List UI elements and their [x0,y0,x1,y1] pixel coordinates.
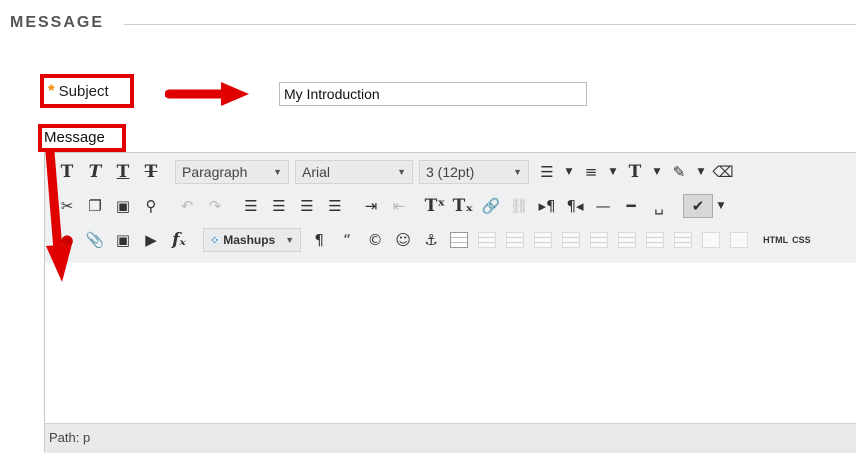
media-icon[interactable]: ▶ [139,228,163,252]
size-select-value: 3 (12pt) [426,164,475,180]
section-divider [124,24,856,25]
chevron-down-icon: ▼ [397,167,406,177]
text-color-icon[interactable]: T [623,160,647,184]
chevron-down-icon[interactable]: ▼ [607,160,619,184]
nonbreaking-space-icon[interactable]: ␣ [647,194,671,218]
underline-icon[interactable]: T [111,160,135,184]
insert-table-icon[interactable] [447,228,471,252]
insert-row-before-icon[interactable] [531,228,555,252]
find-icon[interactable]: ⚲ [139,194,163,218]
copyright-icon[interactable]: © [363,228,387,252]
rtl-icon[interactable]: ¶◂ [563,194,587,218]
delete-row-icon[interactable] [587,228,611,252]
table-cell-props-icon[interactable] [503,228,527,252]
thick-rule-icon[interactable]: ━ [619,194,643,218]
horizontal-rule-icon[interactable]: — [591,194,615,218]
chevron-down-icon[interactable]: ▼ [715,194,727,218]
css-button[interactable]: CSS [792,235,811,245]
chevron-down-icon: ▼ [273,167,282,177]
anchor-icon[interactable]: ⚓ [419,228,443,252]
size-select[interactable]: 3 (12pt) ▼ [419,160,529,184]
redo-icon[interactable]: ↷ [203,194,227,218]
toolbar-row-2: ✂ ❐ ▣ ⚲ ↶ ↷ ☰ ☰ ☰ ☰ ⇥ ⇤ Tˣ Tₓ 🔗 ⛓ ▸¶ ¶◂ … [55,191,731,221]
table-row-props-icon[interactable] [475,228,499,252]
outdent-icon[interactable]: ⇤ [387,194,411,218]
spellcheck-icon[interactable]: ✔ [683,194,713,218]
image-icon[interactable]: ▣ [111,228,135,252]
superscript-icon[interactable]: Tˣ [423,194,447,218]
mashups-select[interactable]: ⁘ Mashups ▼ [203,228,302,252]
eraser-icon[interactable]: ⌫ [711,160,735,184]
chevron-down-icon: ▼ [285,235,295,245]
insert-row-after-icon[interactable] [559,228,583,252]
chevron-down-icon[interactable]: ▼ [651,160,663,184]
split-cells-icon[interactable] [699,228,723,252]
quote-icon[interactable]: “ [335,228,359,252]
annotation-arrow-right [165,82,249,106]
insert-col-after-icon[interactable] [643,228,667,252]
align-left-icon[interactable]: ☰ [239,194,263,218]
mashups-icon: ⁘ [210,234,220,247]
numbered-list-icon[interactable]: ≡ [579,160,603,184]
align-justify-icon[interactable]: ☰ [323,194,347,218]
subscript-icon[interactable]: Tₓ [451,194,475,218]
strikethrough-icon[interactable]: T [139,160,163,184]
insert-col-before-icon[interactable] [615,228,639,252]
chevron-down-icon: ▼ [513,167,522,177]
merge-cells-icon[interactable] [727,228,751,252]
toolbar-row-1: T T T T Paragraph ▼ Arial ▼ 3 (12pt) ▼ ☰ ▼ … [55,157,739,187]
paste-icon[interactable]: ▣ [111,194,135,218]
chevron-down-icon[interactable]: ▼ [695,160,707,184]
italic-icon[interactable]: T [83,160,107,184]
chevron-down-icon[interactable]: ▼ [563,160,575,184]
annotation-arrow-down [45,150,72,282]
copy-icon[interactable]: ❐ [83,194,107,218]
align-center-icon[interactable]: ☰ [267,194,291,218]
undo-icon[interactable]: ↶ [175,194,199,218]
bullet-list-icon[interactable]: ☰ [535,160,559,184]
highlight-icon[interactable]: ✎ [667,160,691,184]
page: MESSAGE * Subject Message T T T T Paragr… [0,0,856,462]
rich-text-editor[interactable]: T T T T Paragraph ▼ Arial ▼ 3 (12pt) ▼ ☰ ▼ … [44,152,856,453]
message-label: Message [38,124,126,152]
mashups-label: Mashups [223,233,276,247]
format-select[interactable]: Paragraph ▼ [175,160,289,184]
toolbar-row-3: ● 📎 ▣ ▶ fₓ ⁘ Mashups ▼ ¶ “ © ☺ ⚓ HTML CS… [55,225,815,255]
required-asterisk: * [48,81,55,100]
link-icon[interactable]: 🔗 [479,194,503,218]
editor-toolbar: T T T T Paragraph ▼ Arial ▼ 3 (12pt) ▼ ☰ ▼ … [45,153,856,263]
html-source-button[interactable]: HTML [763,235,788,245]
indent-icon[interactable]: ⇥ [359,194,383,218]
align-right-icon[interactable]: ☰ [295,194,319,218]
paragraph-mark-icon[interactable]: ¶ [307,228,331,252]
ltr-icon[interactable]: ▸¶ [535,194,559,218]
math-formula-icon[interactable]: fₓ [167,228,191,252]
subject-label-highlight: * Subject [40,74,134,108]
section-title: MESSAGE [10,14,105,31]
subject-input[interactable] [279,82,587,106]
subject-label: Subject [58,82,109,100]
format-select-value: Paragraph [182,164,248,180]
editor-content-area[interactable] [45,263,856,423]
attachment-icon[interactable]: 📎 [83,228,107,252]
path-bar: Path: p [45,423,856,453]
font-select[interactable]: Arial ▼ [295,160,413,184]
emoticon-icon[interactable]: ☺ [391,228,415,252]
font-select-value: Arial [302,164,331,180]
unlink-icon[interactable]: ⛓ [507,194,531,218]
delete-col-icon[interactable] [671,228,695,252]
